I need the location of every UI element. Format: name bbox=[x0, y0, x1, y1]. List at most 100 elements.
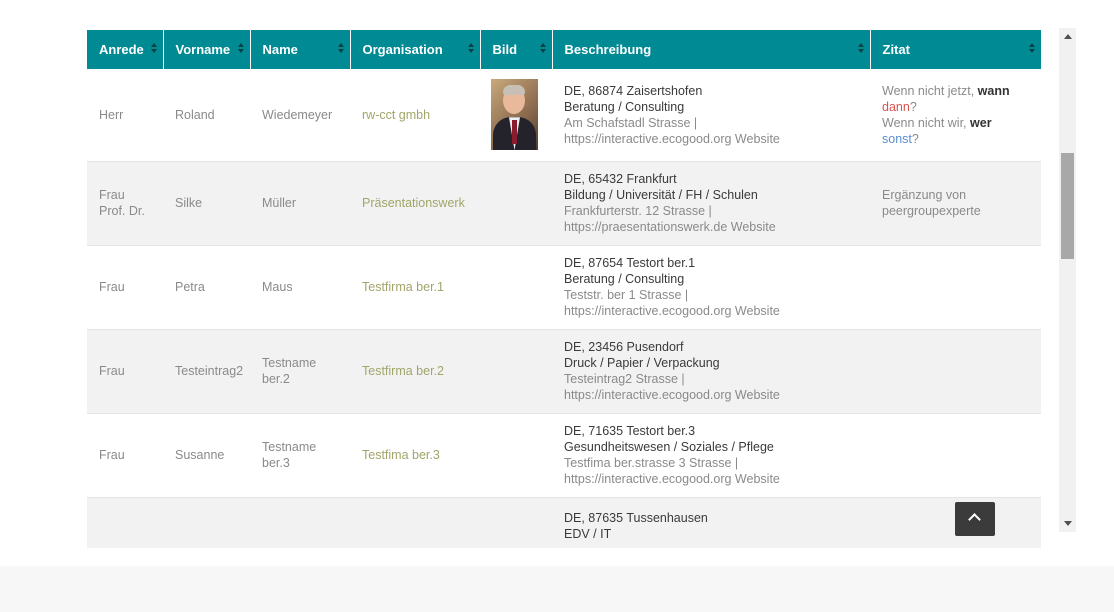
vertical-scrollbar[interactable] bbox=[1059, 28, 1076, 532]
zitat-red: dann bbox=[882, 99, 910, 114]
cell-name: Testname ber.3 bbox=[250, 413, 350, 498]
cell-organisation[interactable] bbox=[350, 497, 480, 548]
page-viewport: Anrede Vorname Name Organisation Bild Be… bbox=[0, 0, 1114, 548]
desc-website[interactable]: https://interactive.ecogood.org Website bbox=[564, 387, 870, 403]
column-header-name[interactable]: Name bbox=[250, 30, 351, 69]
zitat-text: Wenn nicht jetzt, bbox=[882, 83, 978, 98]
desc-website[interactable]: https://interactive.ecogood.org Website bbox=[564, 131, 870, 147]
desc-location: DE, 71635 Testort ber.3 bbox=[564, 424, 696, 438]
page-footer bbox=[0, 566, 1114, 612]
desc-website[interactable]: https://interactive.ecogood.org Website bbox=[564, 471, 870, 487]
zitat-line-1: Ergänzung von bbox=[882, 188, 967, 202]
members-table-container: Anrede Vorname Name Organisation Bild Be… bbox=[87, 30, 1041, 548]
cell-zitat: Wenn nicht jetzt, wann dann? Wenn nicht … bbox=[870, 69, 1041, 162]
cell-anrede: Frau bbox=[87, 413, 163, 498]
desc-branch: Druck / Papier / Verpackung bbox=[564, 356, 720, 370]
sort-icon[interactable] bbox=[1029, 43, 1035, 55]
column-header-label: Organisation bbox=[362, 42, 443, 57]
cell-anrede: Frau bbox=[87, 245, 163, 330]
zitat-line-3: Wenn nicht wir, wer bbox=[882, 115, 1041, 131]
column-header-label: Anrede bbox=[99, 42, 144, 57]
table-row: DE, 87635 Tussenhausen EDV / IT bbox=[87, 497, 1041, 548]
cell-zitat: Ergänzung von peergroupexperte bbox=[870, 161, 1041, 246]
cell-name bbox=[250, 497, 350, 548]
cell-organisation[interactable]: Testfima ber.3 bbox=[350, 413, 480, 498]
sort-icon[interactable] bbox=[857, 43, 864, 55]
cell-anrede bbox=[87, 497, 163, 548]
sort-icon[interactable] bbox=[237, 43, 244, 55]
cell-organisation[interactable]: Testfirma ber.1 bbox=[350, 245, 480, 330]
column-header-organisation[interactable]: Organisation bbox=[350, 30, 481, 69]
column-header-label: Beschreibung bbox=[564, 42, 652, 57]
photo-tie bbox=[512, 120, 517, 145]
desc-branch: EDV / IT bbox=[564, 526, 612, 541]
desc-location: DE, 23456 Pusendorf bbox=[564, 340, 684, 354]
scrollbar-thumb[interactable] bbox=[1061, 153, 1074, 259]
desc-street: Frankfurterstr. 12 Strasse | bbox=[564, 204, 712, 218]
table-header-row: Anrede Vorname Name Organisation Bild Be… bbox=[87, 30, 1041, 69]
members-table: Anrede Vorname Name Organisation Bild Be… bbox=[87, 30, 1041, 548]
zitat-bold: wann bbox=[977, 83, 1010, 98]
back-to-top-button[interactable] bbox=[955, 502, 995, 536]
cell-bild bbox=[480, 497, 552, 548]
scroll-up-arrow-icon[interactable] bbox=[1059, 28, 1076, 45]
cell-name: Testname ber.2 bbox=[250, 329, 350, 414]
cell-anrede: Herr bbox=[87, 69, 163, 162]
desc-branch: Beratung / Consulting bbox=[564, 272, 685, 286]
sort-icon[interactable] bbox=[467, 43, 474, 55]
cell-zitat bbox=[870, 245, 1041, 330]
cell-beschreibung: DE, 87654 Testort ber.1 Beratung / Consu… bbox=[552, 245, 870, 330]
desc-website[interactable]: https://praesentationswerk.de Website bbox=[564, 219, 870, 235]
cell-zitat bbox=[870, 413, 1041, 498]
sort-icon[interactable] bbox=[337, 43, 344, 55]
zitat-line-4: sonst? bbox=[882, 131, 1041, 147]
cell-bild bbox=[480, 161, 552, 246]
cell-organisation[interactable]: Präsentationswerk bbox=[350, 161, 480, 246]
desc-branch: Beratung / Consulting bbox=[564, 99, 685, 114]
cell-beschreibung: DE, 23456 Pusendorf Druck / Papier / Ver… bbox=[552, 329, 870, 414]
sort-icon[interactable] bbox=[150, 43, 157, 55]
cell-beschreibung: DE, 71635 Testort ber.3 Gesundheitswesen… bbox=[552, 413, 870, 498]
cell-beschreibung: DE, 65432 Frankfurt Bildung / Universitä… bbox=[552, 161, 870, 246]
column-header-beschreibung[interactable]: Beschreibung bbox=[552, 30, 871, 69]
scroll-down-arrow-icon[interactable] bbox=[1059, 515, 1076, 532]
cell-name: Müller bbox=[250, 161, 350, 246]
name-line-2: ber.3 bbox=[262, 456, 290, 470]
column-header-anrede[interactable]: Anrede bbox=[87, 30, 164, 69]
column-header-vorname[interactable]: Vorname bbox=[163, 30, 251, 69]
zitat-text: Wenn nicht wir, bbox=[882, 115, 971, 130]
desc-location: DE, 87654 Testort ber.1 bbox=[564, 256, 696, 270]
zitat-bold: wer bbox=[970, 115, 992, 130]
photo-hair bbox=[503, 85, 525, 96]
table-row: Frau Prof. Dr. Silke Müller Präsentation… bbox=[87, 161, 1041, 246]
zitat-line-2: dann? bbox=[882, 99, 1041, 115]
zitat-text: ? bbox=[911, 131, 919, 146]
column-header-bild[interactable]: Bild bbox=[480, 30, 553, 69]
cell-organisation[interactable]: rw-cct gmbh bbox=[350, 69, 480, 162]
cell-organisation[interactable]: Testfirma ber.2 bbox=[350, 329, 480, 414]
sort-icon[interactable] bbox=[539, 43, 546, 55]
cell-zitat bbox=[870, 329, 1041, 414]
desc-street: Teststr. ber 1 Strasse | bbox=[564, 288, 689, 302]
profile-photo[interactable] bbox=[491, 79, 538, 151]
cell-vorname bbox=[163, 497, 250, 548]
desc-branch: Bildung / Universität / FH / Schulen bbox=[564, 188, 758, 202]
desc-branch: Gesundheitswesen / Soziales / Pflege bbox=[564, 440, 774, 454]
cell-bild bbox=[480, 413, 552, 498]
cell-name: Maus bbox=[250, 245, 350, 330]
cell-anrede: Frau Prof. Dr. bbox=[87, 161, 163, 246]
cell-vorname: Petra bbox=[163, 245, 250, 330]
cell-vorname: Roland bbox=[163, 69, 250, 162]
desc-website[interactable]: https://interactive.ecogood.org Website bbox=[564, 303, 870, 319]
column-header-label: Bild bbox=[492, 42, 518, 57]
name-line-1: Testname bbox=[262, 440, 317, 454]
anrede-line: Frau bbox=[99, 188, 125, 202]
cell-bild bbox=[480, 69, 552, 162]
column-header-zitat[interactable]: Zitat bbox=[870, 30, 1041, 69]
cell-vorname: Silke bbox=[163, 161, 250, 246]
cell-bild bbox=[480, 329, 552, 414]
cell-name: Wiedemeyer bbox=[250, 69, 350, 162]
table-row: Frau Testeintrag2 Testname ber.2 Testfir… bbox=[87, 329, 1041, 414]
cell-bild bbox=[480, 245, 552, 330]
desc-street: Am Schafstadl Strasse | bbox=[564, 115, 698, 130]
